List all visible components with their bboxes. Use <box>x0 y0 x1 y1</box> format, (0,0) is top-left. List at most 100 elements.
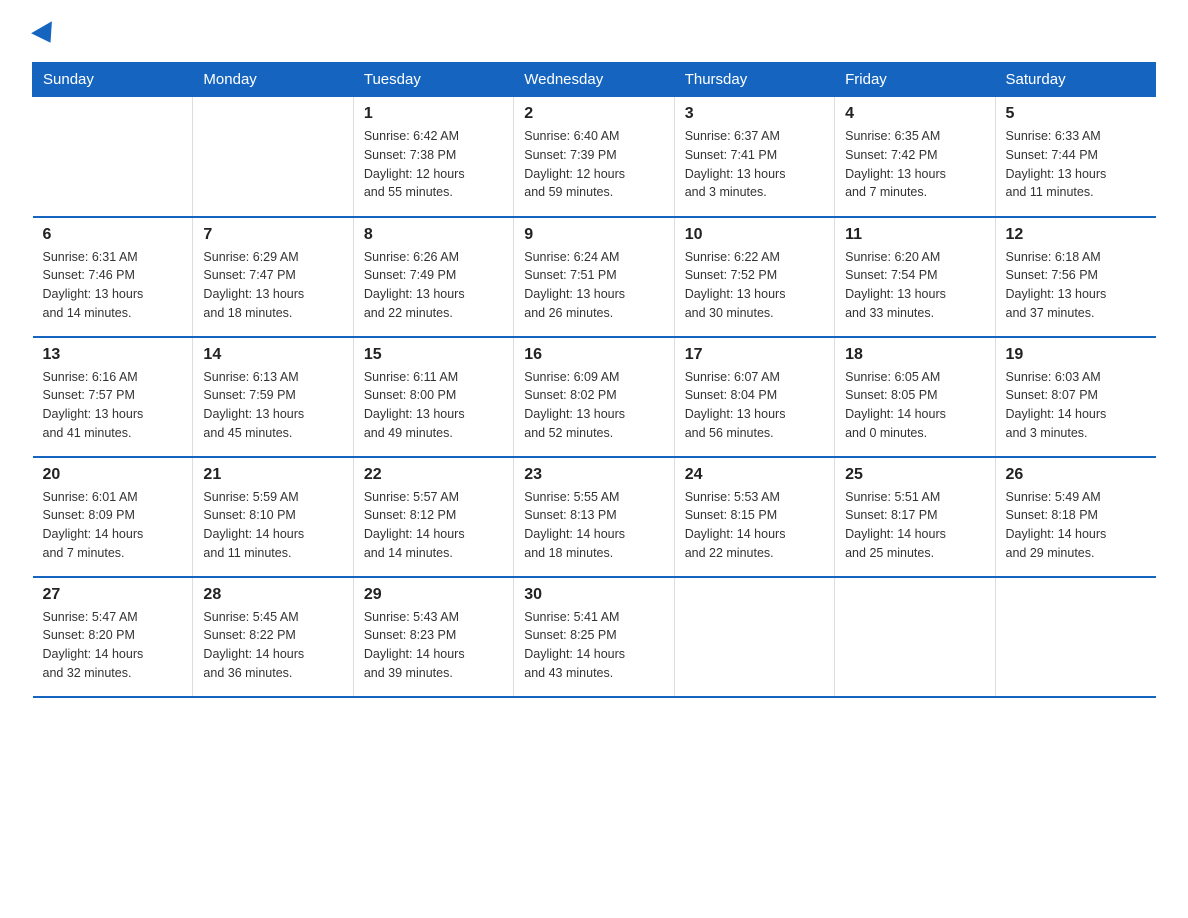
day-number: 23 <box>524 466 663 484</box>
calendar-cell: 17 Sunrise: 6:07 AM Sunset: 8:04 PM Dayli… <box>674 337 834 457</box>
calendar-cell: 28 Sunrise: 5:45 AM Sunset: 8:22 PM Dayli… <box>193 577 353 697</box>
day-info: Sunrise: 5:45 AM Sunset: 8:22 PM Dayligh… <box>203 608 342 683</box>
day-number: 12 <box>1006 226 1146 244</box>
day-of-week-header: Tuesday <box>353 63 513 97</box>
day-info: Sunrise: 5:43 AM Sunset: 8:23 PM Dayligh… <box>364 608 503 683</box>
day-info: Sunrise: 6:22 AM Sunset: 7:52 PM Dayligh… <box>685 248 824 323</box>
calendar-week-row: 6 Sunrise: 6:31 AM Sunset: 7:46 PM Daylig… <box>33 217 1156 337</box>
day-number: 16 <box>524 346 663 364</box>
calendar-cell: 22 Sunrise: 5:57 AM Sunset: 8:12 PM Dayli… <box>353 457 513 577</box>
day-number: 25 <box>845 466 984 484</box>
day-number: 26 <box>1006 466 1146 484</box>
day-number: 14 <box>203 346 342 364</box>
calendar-cell: 24 Sunrise: 5:53 AM Sunset: 8:15 PM Dayli… <box>674 457 834 577</box>
day-number: 27 <box>43 586 183 604</box>
day-info: Sunrise: 6:40 AM Sunset: 7:39 PM Dayligh… <box>524 127 663 202</box>
day-info: Sunrise: 5:55 AM Sunset: 8:13 PM Dayligh… <box>524 488 663 563</box>
calendar-week-row: 27Sunrise: 5:47 AM Sunset: 8:20 PM Dayli… <box>33 577 1156 697</box>
day-number: 1 <box>364 105 503 123</box>
calendar-cell: 14 Sunrise: 6:13 AM Sunset: 7:59 PM Dayli… <box>193 337 353 457</box>
day-number: 19 <box>1006 346 1146 364</box>
day-info: Sunrise: 6:18 AM Sunset: 7:56 PM Dayligh… <box>1006 248 1146 323</box>
day-info: Sunrise: 6:26 AM Sunset: 7:49 PM Dayligh… <box>364 248 503 323</box>
day-of-week-header: Sunday <box>33 63 193 97</box>
calendar-cell: 4 Sunrise: 6:35 AM Sunset: 7:42 PM Daylig… <box>835 97 995 217</box>
calendar-cell <box>835 577 995 697</box>
day-info: Sunrise: 6:13 AM Sunset: 7:59 PM Dayligh… <box>203 368 342 443</box>
day-number: 9 <box>524 226 663 244</box>
day-info: Sunrise: 6:01 AM Sunset: 8:09 PM Dayligh… <box>43 488 183 563</box>
calendar-body: 1 Sunrise: 6:42 AM Sunset: 7:38 PM Daylig… <box>33 97 1156 697</box>
day-number: 28 <box>203 586 342 604</box>
calendar-cell: 12 Sunrise: 6:18 AM Sunset: 7:56 PM Dayli… <box>995 217 1155 337</box>
calendar-cell: 11Sunrise: 6:20 AM Sunset: 7:54 PM Dayli… <box>835 217 995 337</box>
day-info: Sunrise: 6:37 AM Sunset: 7:41 PM Dayligh… <box>685 127 824 202</box>
day-info: Sunrise: 6:07 AM Sunset: 8:04 PM Dayligh… <box>685 368 824 443</box>
calendar-cell: 6 Sunrise: 6:31 AM Sunset: 7:46 PM Daylig… <box>33 217 193 337</box>
day-number: 29 <box>364 586 503 604</box>
day-info: Sunrise: 5:51 AM Sunset: 8:17 PM Dayligh… <box>845 488 984 563</box>
day-of-week-header: Wednesday <box>514 63 674 97</box>
day-info: Sunrise: 5:57 AM Sunset: 8:12 PM Dayligh… <box>364 488 503 563</box>
day-number: 6 <box>43 226 183 244</box>
calendar-cell: 7Sunrise: 6:29 AM Sunset: 7:47 PM Daylig… <box>193 217 353 337</box>
day-info: Sunrise: 6:35 AM Sunset: 7:42 PM Dayligh… <box>845 127 984 202</box>
page-header <box>32 24 1156 42</box>
day-number: 17 <box>685 346 824 364</box>
day-number: 30 <box>524 586 663 604</box>
calendar-cell: 13 Sunrise: 6:16 AM Sunset: 7:57 PM Dayli… <box>33 337 193 457</box>
day-info: Sunrise: 6:20 AM Sunset: 7:54 PM Dayligh… <box>845 248 984 323</box>
day-number: 3 <box>685 105 824 123</box>
calendar-cell: 19 Sunrise: 6:03 AM Sunset: 8:07 PM Dayli… <box>995 337 1155 457</box>
day-info: Sunrise: 6:03 AM Sunset: 8:07 PM Dayligh… <box>1006 368 1146 443</box>
calendar-cell: 2 Sunrise: 6:40 AM Sunset: 7:39 PM Daylig… <box>514 97 674 217</box>
calendar-cell <box>674 577 834 697</box>
calendar-week-row: 1 Sunrise: 6:42 AM Sunset: 7:38 PM Daylig… <box>33 97 1156 217</box>
calendar-cell: 27Sunrise: 5:47 AM Sunset: 8:20 PM Dayli… <box>33 577 193 697</box>
calendar-cell: 29 Sunrise: 5:43 AM Sunset: 8:23 PM Dayli… <box>353 577 513 697</box>
calendar-cell: 30 Sunrise: 5:41 AM Sunset: 8:25 PM Dayli… <box>514 577 674 697</box>
day-number: 20 <box>43 466 183 484</box>
calendar-week-row: 13 Sunrise: 6:16 AM Sunset: 7:57 PM Dayli… <box>33 337 1156 457</box>
calendar-cell <box>995 577 1155 697</box>
calendar-cell: 9 Sunrise: 6:24 AM Sunset: 7:51 PM Daylig… <box>514 217 674 337</box>
calendar-cell: 3 Sunrise: 6:37 AM Sunset: 7:41 PM Daylig… <box>674 97 834 217</box>
day-number: 21 <box>203 466 342 484</box>
day-info: Sunrise: 6:31 AM Sunset: 7:46 PM Dayligh… <box>43 248 183 323</box>
calendar-week-row: 20 Sunrise: 6:01 AM Sunset: 8:09 PM Dayli… <box>33 457 1156 577</box>
calendar-table: SundayMondayTuesdayWednesdayThursdayFrid… <box>32 62 1156 698</box>
day-info: Sunrise: 6:09 AM Sunset: 8:02 PM Dayligh… <box>524 368 663 443</box>
day-number: 15 <box>364 346 503 364</box>
calendar-cell: 1 Sunrise: 6:42 AM Sunset: 7:38 PM Daylig… <box>353 97 513 217</box>
calendar-cell: 21Sunrise: 5:59 AM Sunset: 8:10 PM Dayli… <box>193 457 353 577</box>
calendar-cell: 26 Sunrise: 5:49 AM Sunset: 8:18 PM Dayli… <box>995 457 1155 577</box>
day-info: Sunrise: 6:16 AM Sunset: 7:57 PM Dayligh… <box>43 368 183 443</box>
day-of-week-header: Saturday <box>995 63 1155 97</box>
calendar-cell: 10 Sunrise: 6:22 AM Sunset: 7:52 PM Dayli… <box>674 217 834 337</box>
calendar-cell: 15 Sunrise: 6:11 AM Sunset: 8:00 PM Dayli… <box>353 337 513 457</box>
calendar-cell <box>193 97 353 217</box>
day-number: 8 <box>364 226 503 244</box>
calendar-cell: 23 Sunrise: 5:55 AM Sunset: 8:13 PM Dayli… <box>514 457 674 577</box>
day-info: Sunrise: 5:41 AM Sunset: 8:25 PM Dayligh… <box>524 608 663 683</box>
day-info: Sunrise: 5:53 AM Sunset: 8:15 PM Dayligh… <box>685 488 824 563</box>
calendar-cell: 16 Sunrise: 6:09 AM Sunset: 8:02 PM Dayli… <box>514 337 674 457</box>
day-number: 13 <box>43 346 183 364</box>
logo-triangle-icon <box>31 21 61 49</box>
calendar-cell: 25 Sunrise: 5:51 AM Sunset: 8:17 PM Dayli… <box>835 457 995 577</box>
day-number: 22 <box>364 466 503 484</box>
day-info: Sunrise: 6:42 AM Sunset: 7:38 PM Dayligh… <box>364 127 503 202</box>
day-number: 2 <box>524 105 663 123</box>
day-number: 24 <box>685 466 824 484</box>
day-number: 10 <box>685 226 824 244</box>
day-of-week-header: Thursday <box>674 63 834 97</box>
day-info: Sunrise: 5:49 AM Sunset: 8:18 PM Dayligh… <box>1006 488 1146 563</box>
day-info: Sunrise: 6:11 AM Sunset: 8:00 PM Dayligh… <box>364 368 503 443</box>
day-info: Sunrise: 6:29 AM Sunset: 7:47 PM Dayligh… <box>203 248 342 323</box>
day-number: 4 <box>845 105 984 123</box>
calendar-header: SundayMondayTuesdayWednesdayThursdayFrid… <box>33 63 1156 97</box>
day-info: Sunrise: 6:33 AM Sunset: 7:44 PM Dayligh… <box>1006 127 1146 202</box>
days-of-week-row: SundayMondayTuesdayWednesdayThursdayFrid… <box>33 63 1156 97</box>
logo <box>32 24 58 42</box>
day-info: Sunrise: 6:24 AM Sunset: 7:51 PM Dayligh… <box>524 248 663 323</box>
